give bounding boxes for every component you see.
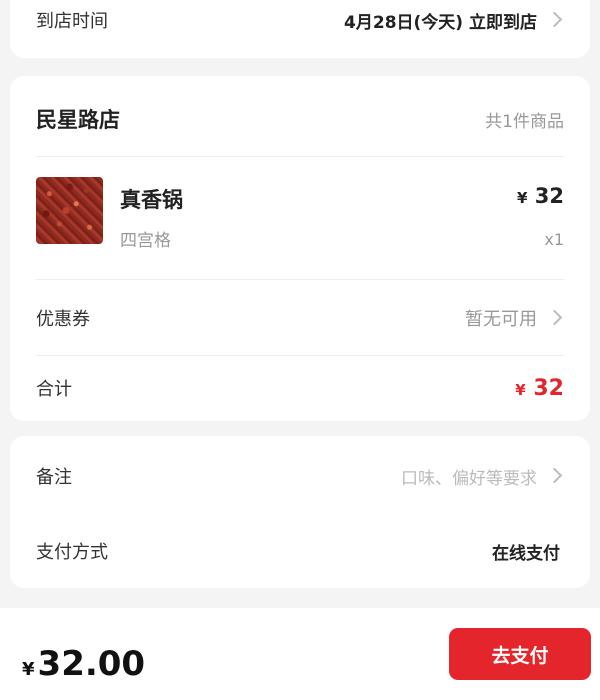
total-amount: ¥ 32 — [515, 376, 564, 401]
divider — [36, 355, 564, 356]
pay-button[interactable]: 去支付 — [449, 628, 591, 680]
total-amount-value: 32 — [533, 375, 564, 401]
bottom-total-amount: 32.00 — [37, 644, 146, 684]
divider — [36, 156, 564, 157]
product-quantity: x1 — [544, 230, 564, 249]
store-header: 民星路店 共1件商品 — [36, 100, 564, 138]
total-row: 合计 ¥ 32 — [36, 368, 564, 408]
arrival-time-value: 4月28日(今天) 立即到店 — [344, 12, 537, 33]
arrival-time-label: 到店时间 — [36, 11, 108, 32]
arrival-time-card: 到店时间 4月28日(今天) 立即到店 — [10, 0, 590, 58]
coupon-label: 优惠券 — [36, 309, 90, 330]
remark-label: 备注 — [36, 467, 72, 488]
product-price-value: 32 — [534, 184, 564, 208]
bottom-total-currency: ¥ — [22, 659, 35, 680]
coupon-row[interactable]: 优惠券 暂无可用 — [36, 298, 564, 338]
product-thumbnail — [36, 177, 103, 244]
remark-value-group: 口味、偏好等要求 — [401, 464, 564, 489]
arrival-time-row[interactable]: 到店时间 4月28日(今天) 立即到店 — [36, 0, 564, 40]
payment-method-value: 在线支付 — [492, 543, 560, 564]
coupon-value-group: 暂无可用 — [465, 305, 564, 331]
store-name: 民星路店 — [36, 108, 120, 132]
divider — [36, 279, 564, 280]
chevron-right-icon — [546, 11, 563, 27]
remark-row[interactable]: 备注 口味、偏好等要求 — [36, 456, 564, 496]
product-price: ¥ 32 — [517, 184, 564, 208]
product-spec: 四宫格 — [120, 231, 171, 251]
bottom-total: ¥ 32.00 — [22, 644, 145, 684]
payment-method-label: 支付方式 — [36, 542, 108, 563]
chevron-right-icon — [546, 309, 563, 325]
extras-card: 备注 口味、偏好等要求 支付方式 在线支付 — [10, 436, 590, 588]
remark-placeholder: 口味、偏好等要求 — [401, 468, 537, 489]
chevron-right-icon — [546, 467, 563, 483]
bottom-bar: ¥ 32.00 去支付 — [0, 608, 600, 700]
order-card: 民星路店 共1件商品 真香锅 四宫格 ¥ 32 x1 优惠券 暂无可用 合计 ¥… — [10, 76, 590, 421]
product-name: 真香锅 — [120, 188, 183, 212]
product-price-currency: ¥ — [517, 189, 528, 207]
total-label: 合计 — [36, 379, 72, 400]
item-count: 共1件商品 — [485, 111, 564, 132]
arrival-time-value-group: 4月28日(今天) 立即到店 — [344, 8, 564, 33]
coupon-value: 暂无可用 — [465, 309, 537, 330]
total-currency: ¥ — [515, 380, 526, 399]
payment-method-row[interactable]: 支付方式 在线支付 — [36, 531, 564, 571]
